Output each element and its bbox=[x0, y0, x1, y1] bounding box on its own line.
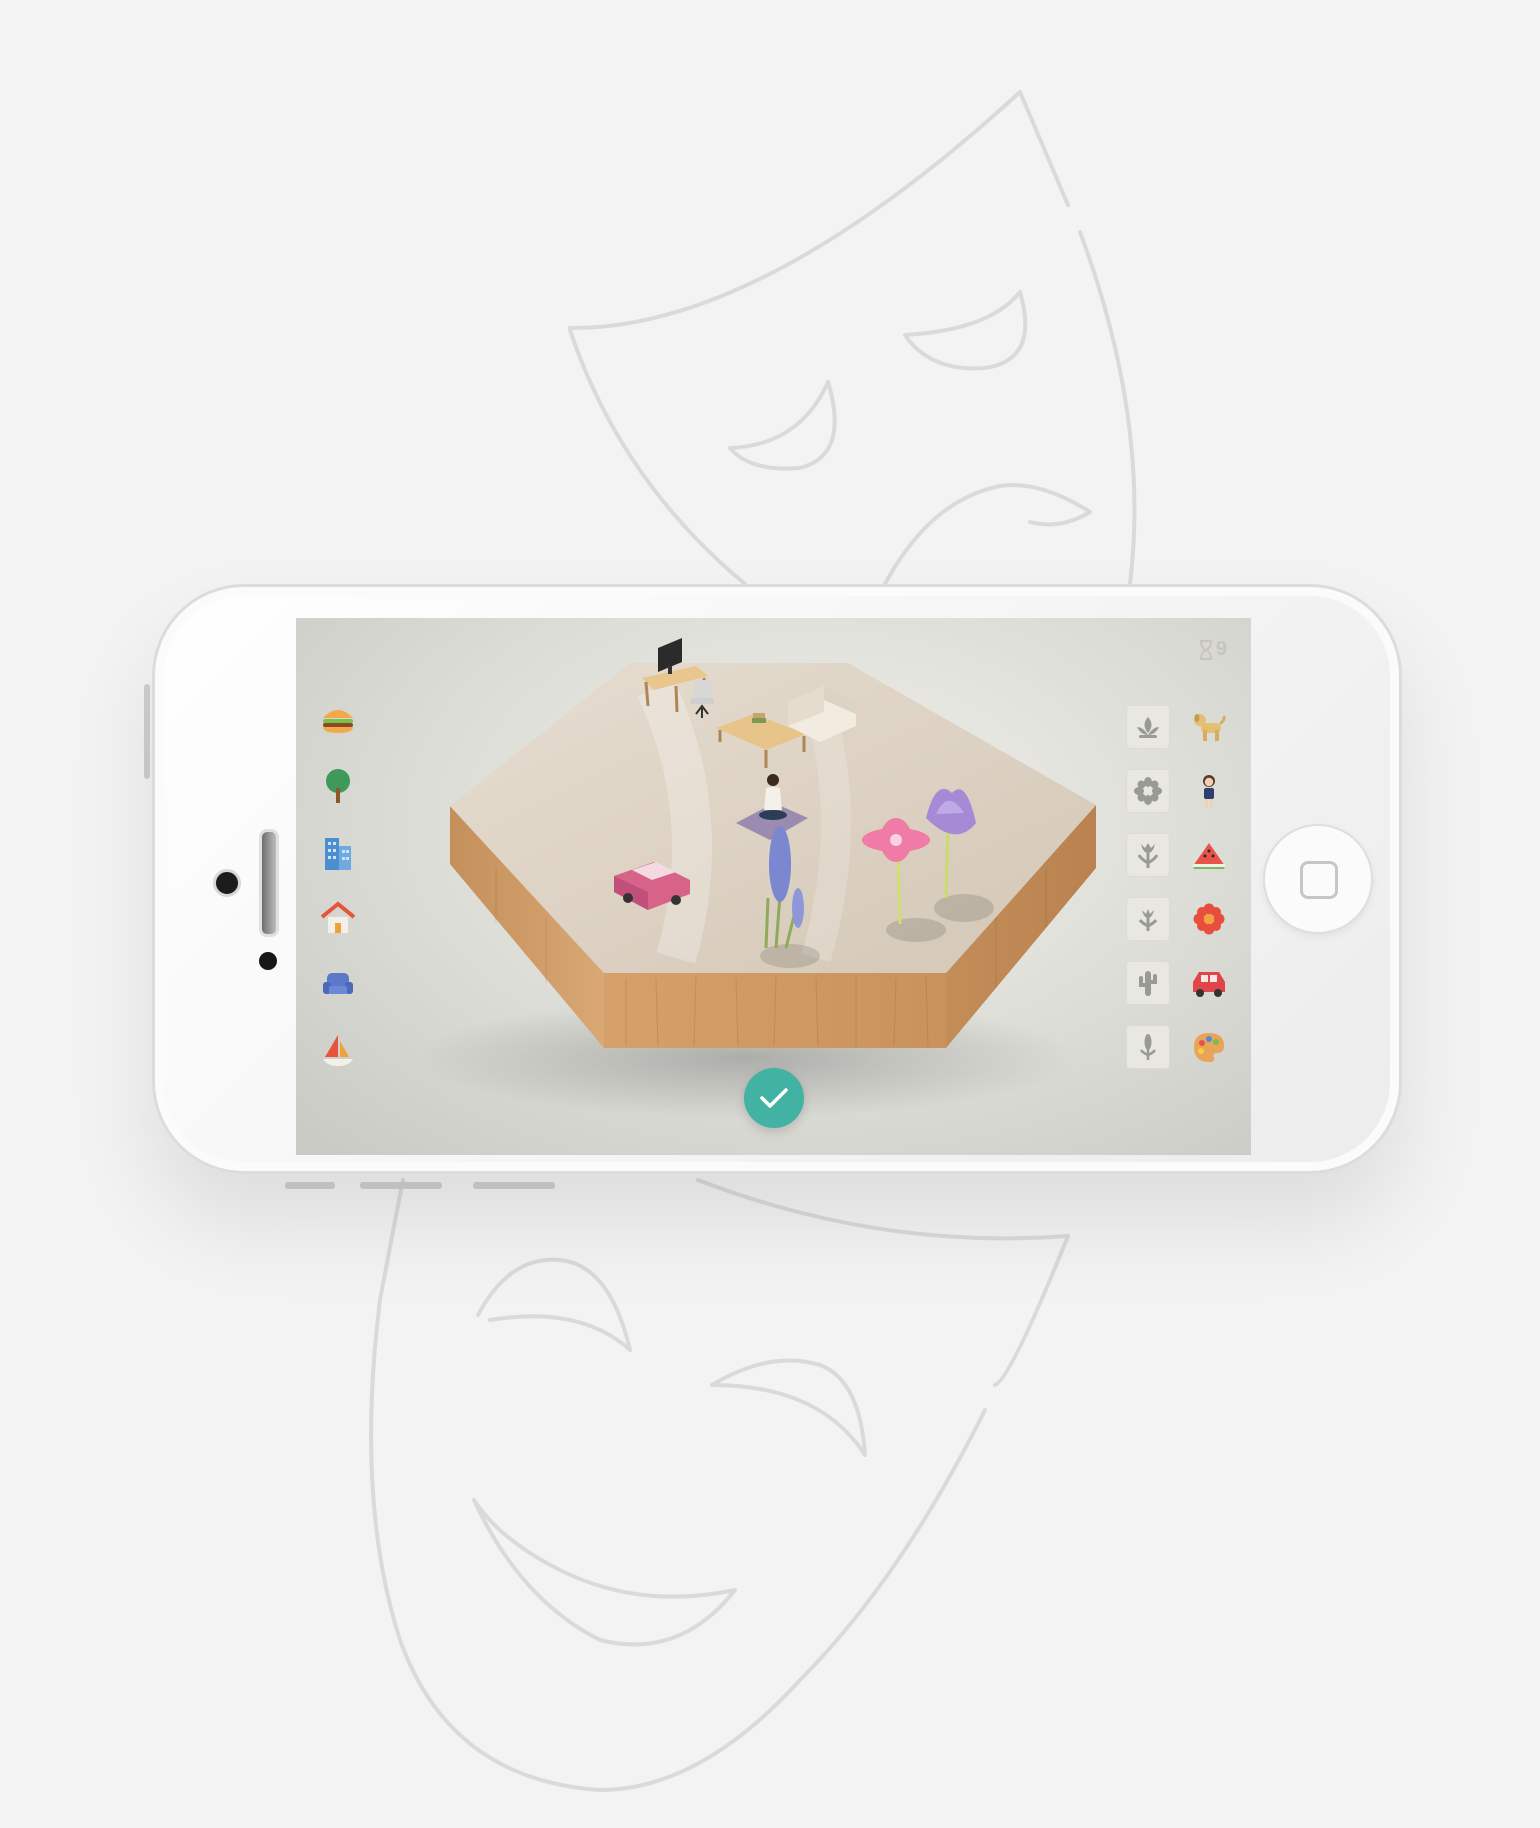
object-car[interactable] bbox=[1187, 961, 1231, 1005]
category-food[interactable] bbox=[318, 700, 358, 740]
front-camera bbox=[213, 869, 241, 897]
object-paint-palette[interactable] bbox=[1187, 1025, 1231, 1069]
game-screen: 9 bbox=[296, 618, 1251, 1155]
proximity-sensor bbox=[259, 952, 277, 970]
power-button[interactable] bbox=[473, 1182, 555, 1189]
volume-down-button[interactable] bbox=[360, 1182, 442, 1189]
slot-2[interactable] bbox=[1126, 769, 1170, 813]
burger-icon bbox=[323, 710, 353, 733]
paint-palette-icon bbox=[1194, 1033, 1224, 1062]
slot-5[interactable] bbox=[1126, 961, 1170, 1005]
earpiece-speaker bbox=[259, 829, 279, 937]
slot-6[interactable] bbox=[1126, 1025, 1170, 1069]
building-icon bbox=[325, 838, 351, 870]
dog-icon bbox=[1194, 714, 1226, 741]
square-icon bbox=[1300, 861, 1338, 899]
hourglass-icon bbox=[1199, 639, 1212, 660]
home-button[interactable] bbox=[1263, 824, 1373, 934]
slot-1[interactable] bbox=[1126, 705, 1170, 749]
checkmark-icon bbox=[760, 1088, 788, 1108]
cactus-silhouette-icon bbox=[1139, 971, 1157, 996]
timer: 9 bbox=[1199, 638, 1227, 661]
category-home[interactable] bbox=[318, 898, 358, 938]
armchair-icon bbox=[323, 973, 353, 994]
house-icon bbox=[320, 901, 356, 933]
object-dog[interactable] bbox=[1187, 705, 1231, 749]
confirm-button[interactable] bbox=[744, 1068, 804, 1128]
tree-icon bbox=[326, 769, 350, 803]
object-watermelon[interactable] bbox=[1187, 833, 1231, 877]
girl-icon bbox=[1203, 775, 1215, 807]
category-city[interactable] bbox=[318, 832, 358, 872]
sailboat-icon bbox=[323, 1035, 353, 1066]
object-flower[interactable] bbox=[1187, 897, 1231, 941]
category-travel[interactable] bbox=[318, 1030, 358, 1070]
daisy-silhouette-icon bbox=[1134, 777, 1162, 805]
tulip-small-silhouette-icon bbox=[1138, 909, 1158, 931]
tulip-silhouette-icon bbox=[1137, 843, 1159, 868]
phone-frame: 9 bbox=[152, 584, 1402, 1174]
volume-up-button[interactable] bbox=[285, 1182, 335, 1189]
slot-3[interactable] bbox=[1126, 833, 1170, 877]
timer-value: 9 bbox=[1215, 638, 1227, 660]
object-toolbar bbox=[1126, 705, 1241, 1105]
category-nature[interactable] bbox=[318, 766, 358, 806]
slot-4[interactable] bbox=[1126, 897, 1170, 941]
category-furniture[interactable] bbox=[318, 964, 358, 1004]
watermelon-icon bbox=[1193, 843, 1225, 869]
mute-switch[interactable] bbox=[144, 684, 150, 779]
object-girl[interactable] bbox=[1187, 769, 1231, 813]
flower-icon bbox=[1193, 903, 1225, 935]
lavender-silhouette-icon bbox=[1139, 1034, 1157, 1060]
car-icon bbox=[1193, 972, 1225, 997]
lotus-silhouette-icon bbox=[1137, 717, 1159, 738]
